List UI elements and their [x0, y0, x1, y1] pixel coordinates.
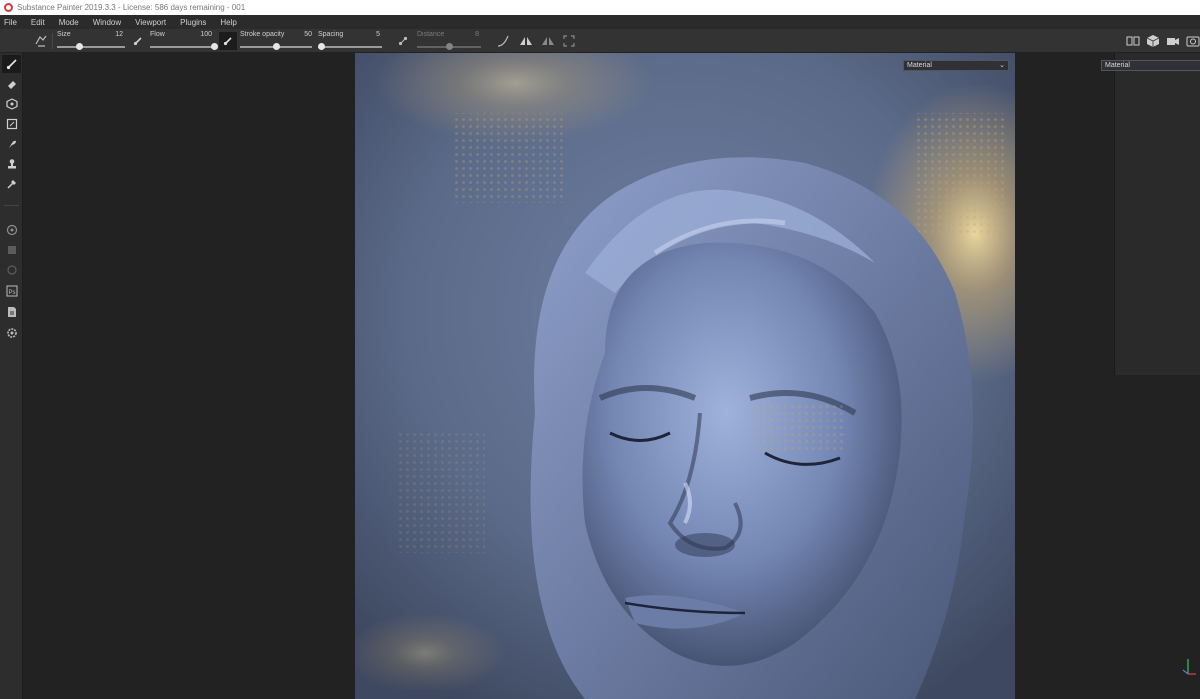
svg-text:Ps: Ps	[8, 290, 15, 296]
settings-icon[interactable]	[2, 324, 21, 342]
size-slider[interactable]: Size 12	[57, 29, 125, 53]
distance-value: 8	[475, 31, 479, 38]
title-bar: Substance Painter 2019.3.3 - License: 58…	[0, 0, 1200, 15]
bake-icon[interactable]	[2, 221, 21, 239]
flow-slider-knob[interactable]	[210, 43, 218, 50]
menu-help[interactable]: Help	[220, 18, 236, 27]
history-icon[interactable]	[2, 261, 21, 279]
smudge-icon[interactable]	[2, 135, 21, 153]
spacing-slider[interactable]: Spacing 5	[317, 29, 382, 53]
menu-viewport[interactable]: Viewport	[135, 18, 166, 27]
viewport-channel-value: Material	[907, 62, 932, 69]
viewport-channel-dropdown[interactable]: Material ⌄	[903, 60, 1009, 71]
menu-bar: File Edit Mode Window Viewport Plugins H…	[0, 15, 1200, 29]
window-title: Substance Painter 2019.3.3 - License: 58…	[17, 3, 246, 12]
spacing-value: 5	[376, 31, 380, 38]
clone-stamp-icon[interactable]	[2, 155, 21, 173]
axis-gizmo-icon	[1180, 655, 1198, 677]
distance-label: Distance	[417, 31, 445, 38]
menu-edit[interactable]: Edit	[31, 18, 45, 27]
camera-icon[interactable]	[1164, 32, 1182, 50]
symmetry-settings-icon[interactable]	[539, 32, 557, 50]
size-slider-knob[interactable]	[75, 43, 83, 50]
uv-2d-view[interactable]: Material	[1101, 53, 1200, 375]
export-icon[interactable]	[2, 303, 21, 321]
spacing-slider-knob[interactable]	[317, 43, 325, 50]
menu-file[interactable]: File	[4, 18, 17, 27]
menu-mode[interactable]: Mode	[59, 18, 79, 27]
environment-icon[interactable]	[1144, 32, 1162, 50]
stroke-opacity-slider-knob[interactable]	[272, 43, 280, 50]
stroke-opacity-value: 50	[304, 31, 312, 38]
stroke-opacity-label: Stroke opacity	[240, 31, 285, 38]
distance-slider-knob[interactable]	[445, 43, 453, 50]
uv-view-channel-value: Material	[1105, 62, 1130, 69]
flow-value: 100	[200, 31, 212, 38]
curve-icon[interactable]	[494, 32, 512, 50]
brush-dynamic-icon[interactable]	[129, 32, 147, 50]
menu-window[interactable]: Window	[93, 18, 121, 27]
3d-viewport[interactable]: Material ⌄	[355, 53, 1015, 699]
split-view-icon[interactable]	[1124, 32, 1142, 50]
menu-plugins[interactable]: Plugins	[180, 18, 206, 27]
chevron-down-icon: ⌄	[999, 62, 1005, 69]
color-picker-icon[interactable]	[2, 175, 21, 193]
flow-slider[interactable]: Flow 100	[150, 29, 218, 53]
distance-slider[interactable]: Distance 8	[417, 29, 481, 53]
viewport-render	[355, 53, 1015, 699]
projection-icon[interactable]	[2, 95, 21, 113]
eraser-icon[interactable]	[2, 75, 21, 93]
uv-view-channel-dropdown[interactable]: Material	[1101, 60, 1200, 71]
stroke-opacity-slider[interactable]: Stroke opacity 50	[240, 29, 312, 53]
paint-brush-icon[interactable]	[2, 55, 21, 73]
app-logo-icon	[4, 3, 13, 12]
tool-properties-bar: Size 12 Flow 100 Stroke opacity 50 Spaci…	[0, 29, 1200, 53]
photoshop-icon[interactable]: Ps	[2, 282, 21, 300]
zoom-fit-icon[interactable]	[560, 32, 578, 50]
spacing-label: Spacing	[318, 31, 344, 38]
size-value: 12	[115, 31, 123, 38]
screenshot-icon[interactable]	[1184, 32, 1200, 50]
flow-label: Flow	[150, 31, 165, 38]
left-tool-bar: Ps	[0, 53, 23, 699]
distance-toggle-icon[interactable]	[394, 32, 412, 50]
viewer-settings-icon[interactable]	[2, 241, 21, 259]
polygon-fill-icon[interactable]	[2, 115, 21, 133]
size-label: Size	[57, 31, 71, 38]
brush-toggle-icon[interactable]	[219, 32, 237, 50]
symmetry-icon[interactable]	[517, 32, 535, 50]
lazy-mouse-icon[interactable]	[32, 32, 50, 50]
